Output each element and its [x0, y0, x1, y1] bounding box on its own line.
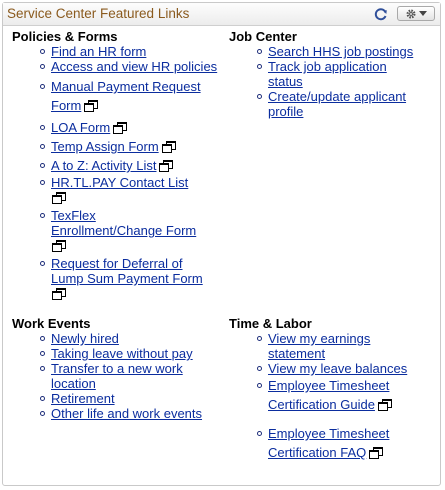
list-item: View my earnings statement: [257, 331, 378, 361]
list-item: A to Z: Activity List: [40, 156, 227, 175]
link-earnings-statement[interactable]: View my earnings statement: [268, 331, 370, 361]
list-item: Manual Payment Request Form: [40, 77, 227, 115]
section-title-time-labor: Time & Labor: [229, 316, 312, 331]
new-window-icon[interactable]: [159, 160, 174, 172]
refresh-button[interactable]: [372, 5, 390, 23]
list-item: Request for Deferral of Lump Sum Payment…: [40, 256, 209, 301]
list-item: Retirement: [40, 391, 227, 406]
link-timesheet-guide[interactable]: Employee Timesheet Certification Guide: [268, 378, 389, 412]
link-manual-payment-form[interactable]: Manual Payment Request Form: [51, 79, 201, 113]
list-item: Transfer to a new work location: [40, 361, 191, 391]
list-item: Temp Assign Form: [40, 137, 227, 156]
time-labor-section: Time & Labor View my earnings statement …: [229, 316, 437, 462]
new-window-icon[interactable]: [113, 122, 128, 134]
section-title-policies: Policies & Forms: [12, 29, 118, 44]
link-loa-form[interactable]: LOA Form: [51, 120, 110, 135]
link-texflex-form[interactable]: TexFlex Enrollment/Change Form: [51, 208, 196, 238]
list-item: Create/update applicant profile: [257, 89, 418, 119]
link-deferral-lump-sum-form[interactable]: Request for Deferral of Lump Sum Payment…: [51, 256, 203, 286]
policies-section: Policies & Forms Find an HR form Access …: [12, 29, 227, 301]
link-a-to-z-activity[interactable]: A to Z: Activity List: [51, 158, 156, 173]
list-item: Search HHS job postings: [257, 44, 437, 59]
link-leave-balances[interactable]: View my leave balances: [268, 361, 407, 376]
gear-icon: [406, 8, 416, 19]
new-window-icon[interactable]: [52, 288, 66, 300]
new-window-icon[interactable]: [84, 100, 99, 112]
new-window-icon[interactable]: [52, 192, 66, 204]
new-window-icon[interactable]: [52, 240, 66, 252]
job-center-links: Search HHS job postings Track job applic…: [229, 44, 437, 119]
link-other-life-events[interactable]: Other life and work events: [51, 406, 202, 421]
new-window-icon[interactable]: [161, 141, 176, 153]
job-center-section: Job Center Search HHS job postings Track…: [229, 29, 437, 119]
link-newly-hired[interactable]: Newly hired: [51, 331, 119, 346]
new-window-icon[interactable]: [377, 399, 392, 411]
list-item: Employee Timesheet Certification Guide: [257, 376, 396, 414]
list-item: LOA Form: [40, 118, 227, 137]
list-item: Taking leave without pay: [40, 346, 227, 361]
list-item: Find an HR form: [40, 44, 227, 59]
link-track-application[interactable]: Track job application status: [268, 59, 387, 89]
link-find-hr-form[interactable]: Find an HR form: [51, 44, 146, 59]
link-access-hr-policies[interactable]: Access and view HR policies: [51, 59, 217, 74]
list-item: Other life and work events: [40, 406, 227, 421]
list-item: TexFlex Enrollment/Change Form: [40, 208, 201, 253]
list-item: HR.TL.PAY Contact List: [40, 175, 227, 205]
chevron-down-icon: [419, 10, 427, 16]
section-title-work-events: Work Events: [12, 316, 91, 331]
time-labor-links: View my earnings statement View my leave…: [229, 331, 437, 462]
link-transfer-location[interactable]: Transfer to a new work location: [51, 361, 183, 391]
list-item: View my leave balances: [257, 361, 437, 376]
link-search-hhs-jobs[interactable]: Search HHS job postings: [268, 44, 413, 59]
list-item: Access and view HR policies: [40, 59, 227, 74]
link-hr-tl-pay-contact[interactable]: HR.TL.PAY Contact List: [51, 175, 188, 190]
list-item: Newly hired: [40, 331, 227, 346]
work-events-section: Work Events Newly hired Taking leave wit…: [12, 316, 227, 421]
link-leave-without-pay[interactable]: Taking leave without pay: [51, 346, 193, 361]
list-item: Track job application status: [257, 59, 398, 89]
section-title-job-center: Job Center: [229, 29, 297, 44]
refresh-icon: [374, 8, 387, 21]
link-applicant-profile[interactable]: Create/update applicant profile: [268, 89, 406, 119]
new-window-icon[interactable]: [369, 447, 384, 459]
pagelet-actions-button[interactable]: [397, 6, 435, 21]
policies-links: Find an HR form Access and view HR polic…: [12, 44, 227, 301]
pagelet-title: Service Center Featured Links: [7, 6, 190, 21]
link-retirement[interactable]: Retirement: [51, 391, 115, 406]
work-events-links: Newly hired Taking leave without pay Tra…: [12, 331, 227, 421]
featured-links-pagelet: Service Center Featured Links Policies &…: [2, 2, 441, 486]
list-item: Employee Timesheet Certification FAQ: [257, 424, 396, 462]
pagelet-header: Service Center Featured Links: [3, 3, 440, 26]
link-temp-assign-form[interactable]: Temp Assign Form: [51, 139, 159, 154]
